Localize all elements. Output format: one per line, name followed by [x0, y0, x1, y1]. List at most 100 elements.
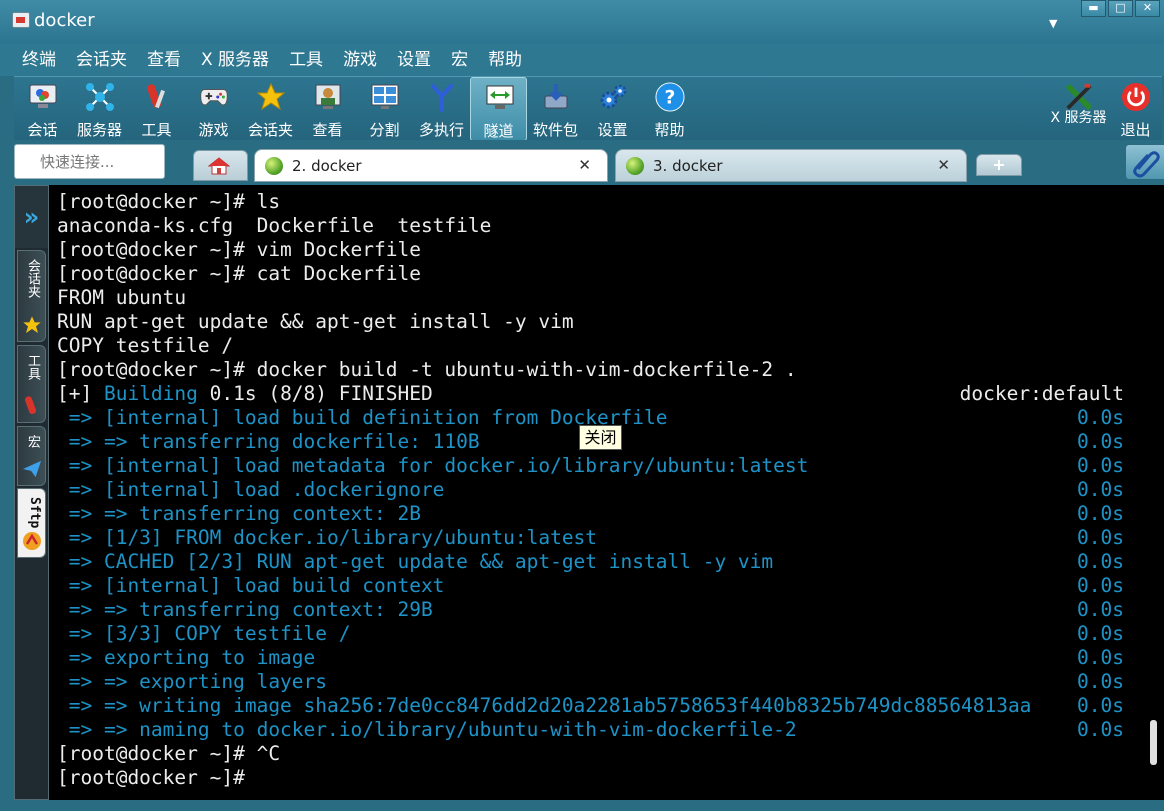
toolbar-sessions-button[interactable]: 会话夹 — [242, 77, 299, 141]
main-toolbar: 会话 服务器 工具 游戏 会话夹 查看 分割 多执行 隧道 软件包 设置 ? 帮… — [14, 76, 1164, 141]
close-button[interactable]: ✕ — [1135, 0, 1160, 17]
side-tab-label: 宏 — [25, 435, 40, 448]
build-step-time: 0.0s — [1077, 406, 1124, 429]
side-tab-sessions[interactable]: 会话夹 — [17, 250, 46, 342]
toolbar-settings-label: 设置 — [597, 121, 628, 139]
terminal-line: [root@docker ~]# docker build -t ubuntu-… — [57, 358, 797, 381]
view-icon — [313, 82, 343, 112]
toolbar-tunnel-label: 隧道 — [483, 122, 514, 140]
tab-close-icon[interactable]: ✕ — [578, 156, 591, 174]
terminal-output[interactable]: [root@docker ~]# ls anaconda-ks.cfg Dock… — [49, 185, 1142, 800]
build-step-time: 0.0s — [1077, 502, 1124, 525]
build-step-time: 0.0s — [1077, 670, 1124, 693]
menu-tools[interactable]: 工具 — [279, 44, 333, 76]
window-menu-dropdown-icon[interactable]: ▼ — [1049, 17, 1057, 30]
terminal-line: anaconda-ks.cfg Dockerfile testfile — [57, 214, 492, 237]
build-step-line: => => transferring dockerfile: 110B — [57, 430, 480, 453]
home-tab[interactable] — [193, 150, 248, 181]
menu-terminal[interactable]: 终端 — [12, 44, 66, 76]
terminal-scrollbar[interactable] — [1142, 185, 1164, 800]
tunnel-icon — [485, 83, 515, 113]
toolbar-split-button[interactable]: 分割 — [356, 77, 413, 141]
toolbar-x-server-button[interactable]: X 服务器 — [1050, 77, 1107, 141]
tab-label: 2. docker — [292, 157, 362, 175]
toolbar-tools-button[interactable]: 工具 — [128, 77, 185, 141]
menu-help[interactable]: 帮助 — [478, 44, 532, 76]
toolbar-help-button[interactable]: ? 帮助 — [641, 77, 698, 141]
toolbar-split-label: 分割 — [369, 121, 400, 139]
toolbar-servers-button[interactable]: 服务器 — [71, 77, 128, 141]
toolbar-tunnel-button[interactable]: 隧道 — [470, 77, 527, 141]
globe-icon — [265, 157, 283, 175]
build-step-time: 0.0s — [1077, 622, 1124, 645]
app-icon[interactable] — [12, 12, 30, 28]
build-step-line: => => transferring context: 29B — [57, 598, 433, 621]
scrollbar-thumb[interactable] — [1150, 720, 1157, 765]
servers-icon — [85, 82, 115, 112]
menu-settings[interactable]: 设置 — [387, 44, 441, 76]
terminal-line: RUN apt-get update && apt-get install -y… — [57, 310, 574, 333]
toolbar-view-button[interactable]: 查看 — [299, 77, 356, 141]
build-step-line: => exporting to image — [57, 646, 316, 669]
multi-exec-icon — [427, 82, 457, 112]
toolbar-session-label: 会话 — [27, 121, 58, 139]
build-step-time: 0.0s — [1077, 478, 1124, 501]
close-tooltip: 关闭 — [579, 425, 622, 450]
toolbar-exit-button[interactable]: 退出 — [1107, 77, 1164, 141]
build-step-time: 0.0s — [1077, 526, 1124, 549]
tools-icon — [142, 82, 172, 112]
quick-connect-input[interactable]: 快速连接... — [14, 144, 165, 179]
toolbar-sessions-label: 会话夹 — [247, 121, 293, 139]
toolbar-packages-label: 软件包 — [532, 121, 578, 139]
build-step-line: => CACHED [2/3] RUN apt-get update && ap… — [57, 550, 774, 573]
attach-button[interactable] — [1125, 144, 1164, 180]
terminal-line: [root@docker ~]# ^C — [57, 742, 281, 765]
packages-icon — [541, 82, 571, 112]
minimize-button[interactable]: ▬ — [1081, 0, 1106, 17]
side-tab-label: Sftp — [27, 497, 42, 529]
toolbar-session-button[interactable]: 会话 — [14, 77, 71, 141]
maximize-button[interactable]: □ — [1108, 0, 1133, 17]
build-step-line: => [1/3] FROM docker.io/library/ubuntu:l… — [57, 526, 598, 549]
build-step-line: => => writing image sha256:7de0cc8476dd2… — [57, 694, 1032, 717]
tab-session-3[interactable]: 3. docker ✕ — [615, 149, 967, 182]
toolbar-x-server-label: X 服务器 — [1050, 110, 1107, 126]
terminal-line: COPY testfile / — [57, 334, 234, 357]
build-summary: 0.1s (8/8) FINISHED — [197, 382, 433, 405]
new-tab-button[interactable]: + — [976, 154, 1022, 176]
build-step-line: => [internal] load build definition from… — [57, 406, 668, 429]
menu-x-server[interactable]: X 服务器 — [191, 44, 279, 76]
paper-plane-icon — [22, 459, 42, 479]
help-icon: ? — [655, 82, 685, 112]
menu-macros[interactable]: 宏 — [441, 44, 478, 76]
side-tab-sftp[interactable]: Sftp — [17, 488, 46, 558]
menu-bar: 终端 会话夹 查看 X 服务器 工具 游戏 设置 宏 帮助 — [0, 44, 1164, 76]
side-tab-tools[interactable]: 工具 — [17, 345, 46, 423]
terminal-prompt[interactable]: [root@docker ~]# — [57, 766, 257, 790]
build-status: Building — [103, 382, 198, 405]
menu-games[interactable]: 游戏 — [333, 44, 387, 76]
build-step-line: => => transferring context: 2B — [57, 502, 421, 525]
toolbar-games-button[interactable]: 游戏 — [185, 77, 242, 141]
games-icon — [199, 82, 229, 112]
tab-close-icon[interactable]: ✕ — [937, 156, 950, 174]
side-tab-macros[interactable]: 宏 — [17, 426, 46, 486]
build-step-time: 0.0s — [1077, 550, 1124, 573]
side-tab-label: 会话夹 — [25, 259, 40, 298]
star-icon — [22, 315, 42, 335]
expand-sidebar-icon[interactable]: » — [15, 186, 48, 248]
toolbar-multiexec-button[interactable]: 多执行 — [413, 77, 470, 141]
build-step-line: => => naming to docker.io/library/ubuntu… — [57, 718, 797, 741]
session-icon — [28, 82, 58, 112]
menu-view[interactable]: 查看 — [137, 44, 191, 76]
menu-sessions[interactable]: 会话夹 — [66, 44, 137, 76]
toolbar-settings-button[interactable]: 设置 — [584, 77, 641, 141]
toolbar-packages-button[interactable]: 软件包 — [527, 77, 584, 141]
build-step-time: 0.0s — [1077, 694, 1124, 717]
build-context: docker:default — [959, 382, 1124, 405]
terminal-line: [+] Building 0.1s (8/8) FINISHED — [57, 382, 433, 406]
x-server-icon — [1064, 82, 1094, 112]
tab-session-2[interactable]: 2. docker ✕ — [254, 149, 608, 182]
settings-icon — [598, 82, 628, 112]
toolbar-tools-label: 工具 — [141, 121, 172, 139]
